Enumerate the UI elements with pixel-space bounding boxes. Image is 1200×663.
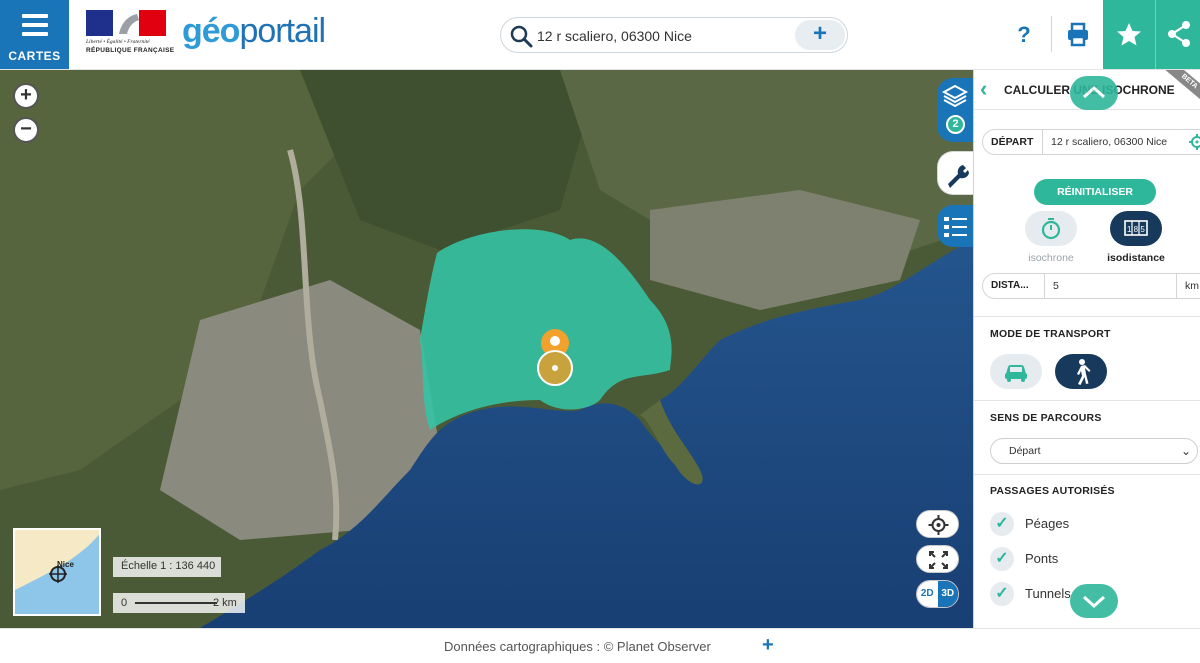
section-divider	[974, 474, 1200, 475]
tools-tab[interactable]	[937, 151, 973, 195]
scroll-up-button[interactable]	[1070, 76, 1118, 110]
stopwatch-icon	[1041, 218, 1061, 240]
favorites-button[interactable]	[1103, 0, 1155, 69]
distance-unit[interactable]: km	[1176, 274, 1199, 298]
legend-tab[interactable]	[937, 205, 973, 247]
header-divider	[1051, 16, 1052, 52]
isodistance-mode-button[interactable]: 1 8 5	[1110, 211, 1162, 246]
isochrone-panel: ‹ CALCULER UNE ISOCHRONE BETA DÉPART RÉI…	[973, 70, 1200, 628]
minimap-label: Nice	[57, 560, 74, 569]
layers-icon	[941, 84, 969, 108]
zoom-out-button[interactable]: −	[13, 117, 39, 143]
isochrone-mode-button[interactable]	[1025, 211, 1077, 246]
view-mode-toggle: 2D 3D	[916, 580, 959, 608]
odometer-icon: 1 8 5	[1124, 220, 1148, 236]
zoom-in-button[interactable]: +	[13, 83, 39, 109]
chevron-up-icon	[1082, 85, 1106, 99]
map-footer: Données cartographiques : © Planet Obser…	[0, 628, 1200, 663]
print-button[interactable]	[1058, 18, 1098, 52]
geoportail-logo[interactable]: géoportail	[182, 12, 326, 51]
layers-count-badge: 2	[946, 115, 965, 134]
back-chevron-icon[interactable]: ‹	[980, 78, 996, 100]
target-location-icon[interactable]	[1188, 133, 1200, 151]
search-more-button[interactable]: +	[795, 20, 845, 50]
satellite-map-image	[0, 70, 973, 628]
departure-field: DÉPART	[982, 129, 1200, 155]
crosshair-icon	[928, 515, 949, 535]
direction-select-value: Départ	[1009, 445, 1041, 457]
section-divider	[974, 400, 1200, 401]
check-icon: ✓	[990, 547, 1014, 571]
car-transport-button[interactable]	[990, 354, 1042, 389]
direction-section-title: SENS DE PARCOURS	[990, 412, 1102, 424]
transport-section-title: MODE DE TRANSPORT	[990, 328, 1111, 340]
distance-field: DISTA... km	[982, 273, 1200, 299]
share-button[interactable]	[1155, 0, 1200, 69]
cartes-menu-button[interactable]: CARTES	[0, 0, 69, 69]
help-button[interactable]: ?	[1004, 18, 1044, 52]
view-2d-button[interactable]: 2D	[917, 581, 938, 607]
tunnels-label: Tunnels	[1025, 586, 1071, 601]
distance-label: DISTA...	[983, 274, 1045, 298]
map-marker-origin[interactable]	[537, 350, 573, 386]
scroll-down-button[interactable]	[1070, 584, 1118, 618]
search-bar: +	[500, 17, 848, 53]
scale-line	[135, 602, 217, 604]
scale-distance: 2 km	[213, 597, 237, 609]
geolocate-button[interactable]	[916, 510, 959, 538]
top-header: CARTES Liberté • Égalité • Fraternité RÉ…	[0, 0, 1200, 70]
departure-input[interactable]	[1051, 132, 1191, 152]
allowed-passages-title: PASSAGES AUTORISÉS	[990, 485, 1115, 497]
overview-minimap[interactable]: Nice	[13, 528, 101, 616]
expand-icon	[929, 551, 948, 569]
republique-francaise-logo[interactable]: Liberté • Égalité • Fraternité RÉPUBLIQU…	[86, 10, 175, 60]
scale-zero: 0	[121, 597, 128, 609]
car-icon	[1005, 365, 1027, 382]
brand-geo: géo	[182, 12, 240, 50]
distance-input[interactable]	[1053, 276, 1181, 296]
departure-label: DÉPART	[983, 130, 1043, 154]
reset-button[interactable]: RÉINITIALISER	[1034, 179, 1156, 205]
republic-name: RÉPUBLIQUE FRANÇAISE	[86, 47, 175, 54]
star-icon	[1117, 23, 1141, 46]
fullscreen-button[interactable]	[916, 545, 959, 573]
tolls-label: Péages	[1025, 516, 1070, 531]
geoportail-app: CARTES Liberté • Égalité • Fraternité RÉ…	[0, 0, 1200, 663]
scale-bar: 0 2 km	[113, 593, 245, 613]
direction-select[interactable]: Départ ⌄	[990, 438, 1198, 464]
cartes-menu-label: CARTES	[8, 49, 61, 63]
bridges-label: Ponts	[1025, 551, 1059, 566]
minimap-image	[15, 530, 99, 614]
printer-icon	[1068, 22, 1088, 47]
chevron-down-icon	[1082, 595, 1106, 609]
layers-tab[interactable]: 2	[937, 78, 973, 142]
attribution-more-button[interactable]: +	[762, 634, 774, 657]
republic-motto: Liberté • Égalité • Fraternité	[86, 39, 150, 45]
svg-text:1 8 5: 1 8 5	[1127, 225, 1145, 234]
check-icon: ✓	[990, 512, 1014, 536]
search-icon[interactable]	[509, 24, 533, 48]
share-icon	[1168, 21, 1190, 47]
map-view[interactable]: + − Nice Échelle 1 : 136 440 0 2 km 2D 3…	[0, 70, 973, 628]
search-input[interactable]	[537, 25, 787, 47]
french-flag-icon	[86, 10, 167, 36]
scale-ratio: Échelle 1 : 136 440	[113, 557, 221, 577]
section-divider	[974, 316, 1200, 317]
map-attribution: Données cartographiques : © Planet Obser…	[444, 639, 711, 654]
view-3d-button[interactable]: 3D	[937, 581, 958, 607]
wrench-icon	[948, 165, 969, 188]
isodistance-label: isodistance	[1107, 252, 1165, 264]
isochrone-label: isochrone	[1028, 252, 1074, 264]
walk-transport-button[interactable]	[1055, 354, 1107, 389]
chevron-down-icon: ⌄	[1180, 444, 1191, 458]
brand-portail: portail	[239, 12, 326, 50]
pedestrian-icon	[1077, 359, 1091, 385]
check-icon: ✓	[990, 582, 1014, 606]
hamburger-icon	[22, 14, 48, 41]
legend-list-icon	[944, 217, 967, 237]
